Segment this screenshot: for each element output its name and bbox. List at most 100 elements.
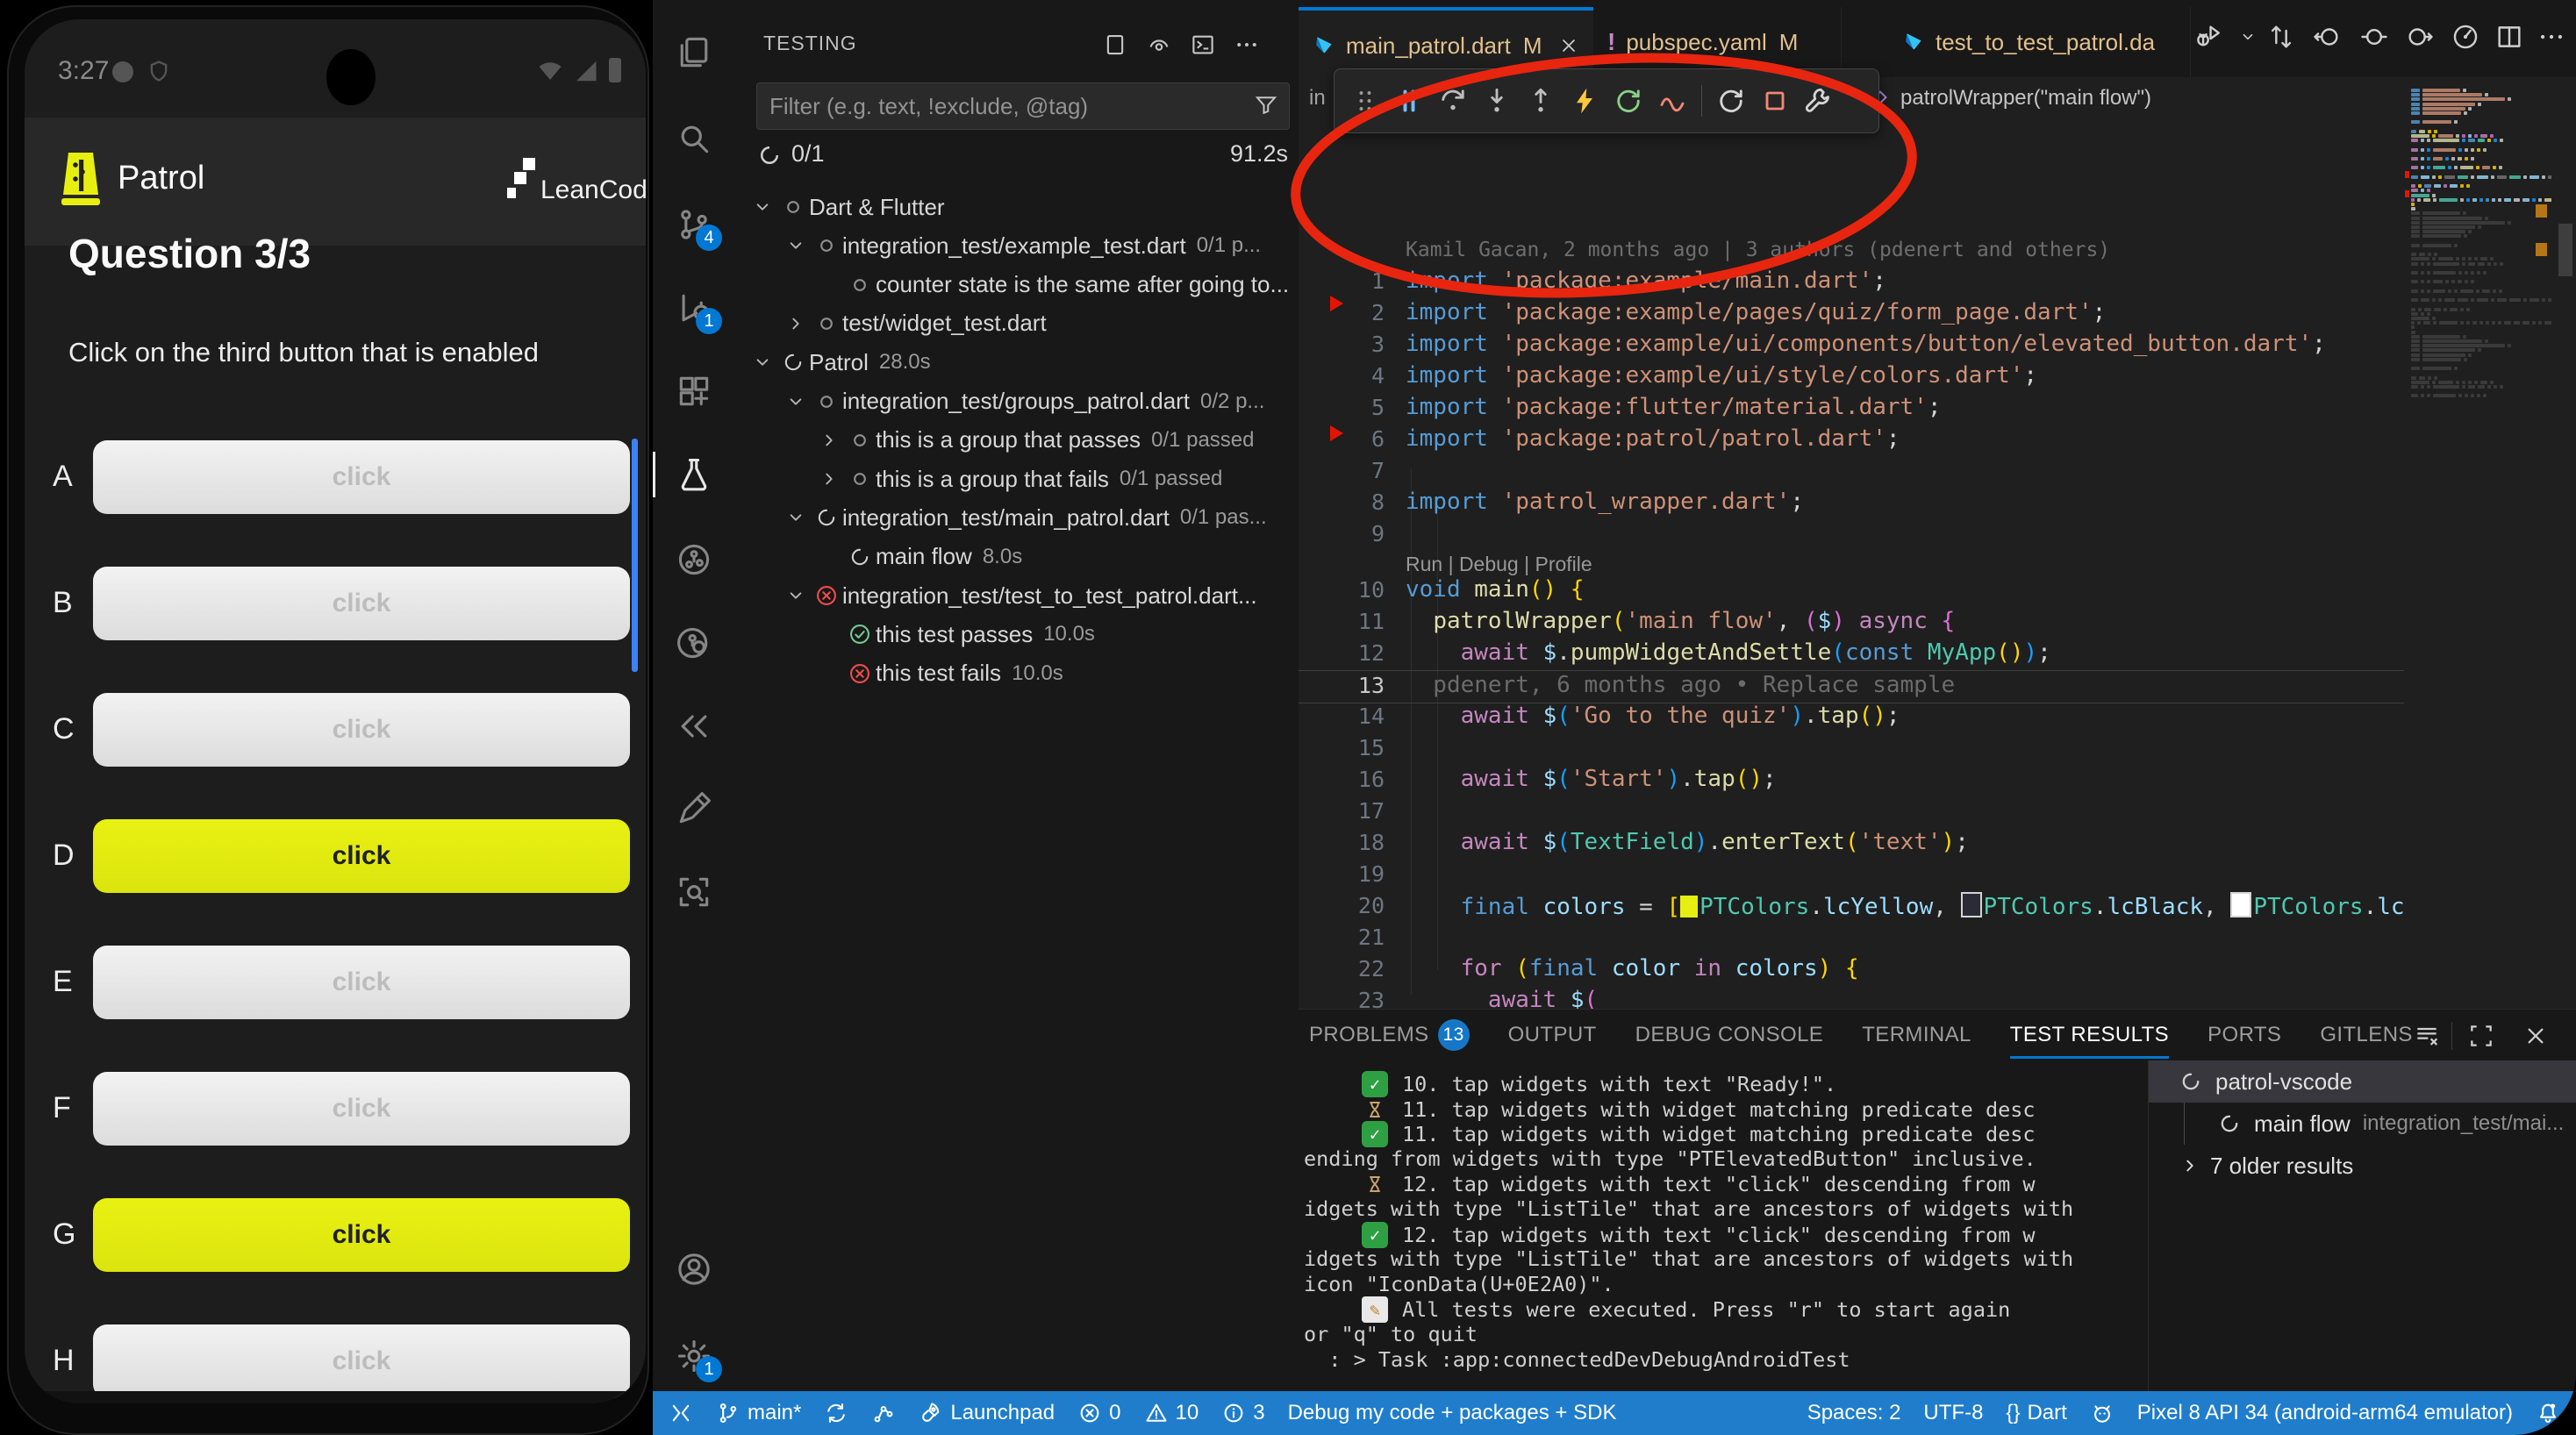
panel-tab-test-results[interactable]: TEST RESULTS	[2010, 1010, 2169, 1060]
status-0[interactable]: 0	[1077, 1401, 1120, 1425]
draw-icon[interactable]	[673, 788, 715, 830]
code-line[interactable]: 14 await $('Go to the quiz').tap();	[1299, 702, 2404, 733]
status-3[interactable]: 3	[1221, 1401, 1264, 1425]
answer-button-c[interactable]: click	[93, 693, 630, 767]
answer-button-b[interactable]: click	[93, 567, 630, 640]
status-graph[interactable]	[871, 1401, 896, 1425]
step-out-button[interactable]	[1521, 81, 1561, 121]
code-line[interactable]: 11 patrolWrapper('main flow', ($) async …	[1299, 607, 2404, 639]
code-line[interactable]: 23 await $(	[1299, 986, 2404, 1009]
close-icon[interactable]	[1556, 33, 1581, 58]
chevron-icon[interactable]	[781, 312, 811, 335]
test-tree-item[interactable]: Dart & Flutter	[735, 188, 1311, 226]
chevron-icon[interactable]	[814, 468, 844, 490]
nav-circle-icon[interactable]	[2357, 19, 2392, 54]
chevron-icon[interactable]	[748, 196, 777, 218]
codelens-run-debug-profile[interactable]: Run | Debug | Profile	[1406, 553, 1592, 576]
code-line[interactable]: 20 final colors = [PTColors.lcYellow, PT…	[1299, 891, 2404, 923]
result-item[interactable]: main flowintegration_test/mai...	[2149, 1103, 2576, 1145]
code-line[interactable]: 18 await $(TextField).enterText('text');	[1299, 828, 2404, 860]
tab-test_to_test_patrol.da[interactable]: test_to_test_patrol.da	[1888, 7, 2191, 77]
hot-reload-button[interactable]	[1564, 81, 1605, 121]
tools-button[interactable]	[1799, 81, 1839, 121]
status-launchpad[interactable]: Launchpad	[919, 1401, 1055, 1425]
chevron-icon[interactable]	[781, 234, 811, 257]
code-line[interactable]: 4import 'package:example/ui/style/colors…	[1299, 361, 2404, 393]
test-tree-item[interactable]: this is a group that passes0/1 passed	[735, 421, 1377, 460]
code-line[interactable]: 1import 'package:example/main.dart';	[1299, 267, 2404, 298]
minimap[interactable]	[2404, 83, 2551, 1009]
result-item[interactable]: patrol-vscode	[2149, 1060, 2576, 1103]
status-dart[interactable]: {}Dart	[2006, 1401, 2066, 1425]
status-sync[interactable]	[824, 1401, 848, 1425]
nav-forward-icon[interactable]	[2402, 19, 2437, 54]
code-line[interactable]: 15	[1299, 733, 2404, 765]
test-tree-item[interactable]: integration_test/groups_patrol.dart0/2 p…	[735, 382, 1344, 421]
settings-icon[interactable]: 1	[673, 1335, 715, 1377]
status-remote[interactable]	[669, 1401, 693, 1425]
code-line[interactable]: 19	[1299, 860, 2404, 891]
clear-output-icon[interactable]	[2411, 1020, 2443, 1052]
chevron-icon[interactable]	[748, 351, 777, 374]
code-line[interactable]: 22 for (final color in colors) {	[1299, 954, 2404, 986]
hot-restart-button[interactable]	[1652, 81, 1692, 121]
panel-tab-terminal[interactable]: TERMINAL	[1862, 1010, 1971, 1060]
code-line[interactable]: 7	[1299, 456, 2404, 488]
status-debug[interactable]: Debug my code + packages + SDK	[1288, 1401, 1617, 1425]
run-debug-alt-icon[interactable]	[2448, 19, 2483, 54]
test-tree-item[interactable]: Patrol28.0s	[735, 343, 1311, 382]
status-pixel[interactable]: Pixel 8 API 34 (android-arm64 emulator)	[2137, 1401, 2513, 1425]
test-tree-item[interactable]: this test fails10.0s	[735, 654, 1377, 693]
maximize-panel-icon[interactable]	[2465, 1020, 2497, 1052]
chevron-icon[interactable]	[781, 390, 811, 413]
step-into-button[interactable]	[1477, 81, 1517, 121]
status-10[interactable]: 10	[1144, 1401, 1199, 1425]
test-tree-item[interactable]: integration_test/example_test.dart0/1 p.…	[735, 226, 1344, 265]
code-line[interactable]: 21	[1299, 923, 2404, 954]
code-line[interactable]: 10void main() {	[1299, 575, 2404, 607]
status-spaces[interactable]: Spaces: 2	[1807, 1401, 1901, 1425]
test-tree-item[interactable]: this test passes10.0s	[735, 615, 1377, 653]
result-item[interactable]: 7 older results	[2149, 1145, 2576, 1187]
test-tree-item[interactable]: integration_test/main_patrol.dart0/1 pas…	[735, 498, 1344, 537]
status-main[interactable]: main*	[716, 1401, 801, 1425]
code-line[interactable]: 16 await $('Start').tap();	[1299, 765, 2404, 796]
grip-button[interactable]	[1345, 81, 1385, 121]
chevron-icon[interactable]	[781, 584, 811, 607]
flutter-scrollbar[interactable]	[632, 439, 638, 672]
restart-green-button[interactable]	[1608, 81, 1649, 121]
editor-more-icon[interactable]	[2534, 19, 2569, 54]
run-test-icon[interactable]	[2190, 19, 2225, 54]
test-tree-item[interactable]: main flow8.0s	[735, 538, 1377, 576]
compare-icon[interactable]	[2264, 19, 2299, 54]
extensions-icon[interactable]	[673, 370, 715, 412]
test-tree-item[interactable]: this is a group that fails0/1 passed	[735, 460, 1377, 498]
code-line[interactable]: 12 await $.pumpWidgetAndSettle(const MyA…	[1299, 639, 2404, 670]
panel-tab-debug-console[interactable]: DEBUG CONSOLE	[1635, 1010, 1824, 1060]
code-line[interactable]: 13 pdenert, 6 months ago • Replace sampl…	[1299, 670, 2404, 703]
code-line[interactable]: 8import 'patrol_wrapper.dart';	[1299, 488, 2404, 519]
close-panel-icon[interactable]	[2520, 1020, 2551, 1052]
code-line[interactable]: 5import 'package:flutter/material.dart';	[1299, 393, 2404, 425]
testing-icon[interactable]	[673, 453, 715, 496]
panel-tab-gitlens[interactable]: GITLENS	[2320, 1010, 2413, 1060]
status-utf8[interactable]: UTF-8	[1923, 1401, 1983, 1425]
test-tree-item[interactable]: counter state is the same after going to…	[735, 266, 1377, 304]
stop-button[interactable]	[1755, 81, 1795, 121]
chevron-icon[interactable]	[781, 506, 811, 529]
editor-scrollbar[interactable]	[2558, 224, 2572, 276]
pause-button[interactable]	[1389, 81, 1429, 121]
status-android[interactable]	[2090, 1401, 2114, 1425]
test-tree-item[interactable]: integration_test/test_to_test_patrol.dar…	[735, 576, 1344, 615]
answer-button-g[interactable]: click	[93, 1198, 630, 1272]
tab-pubspec.yaml[interactable]: !pubspec.yamlM	[1593, 7, 1842, 77]
refresh-button[interactable]	[1711, 81, 1751, 121]
split-editor-icon[interactable]	[2492, 19, 2527, 54]
run-dropdown-icon[interactable]	[2230, 19, 2265, 54]
code-line[interactable]: 6import 'package:patrol/patrol.dart';	[1299, 425, 2404, 456]
breadcrumb-prefix[interactable]: in	[1309, 86, 1326, 111]
flutter-devtools-icon[interactable]	[673, 539, 715, 581]
code-line[interactable]: 3import 'package:example/ui/components/b…	[1299, 330, 2404, 361]
answer-button-d[interactable]: click	[93, 819, 630, 893]
run-debug-icon[interactable]: 1	[673, 287, 715, 329]
